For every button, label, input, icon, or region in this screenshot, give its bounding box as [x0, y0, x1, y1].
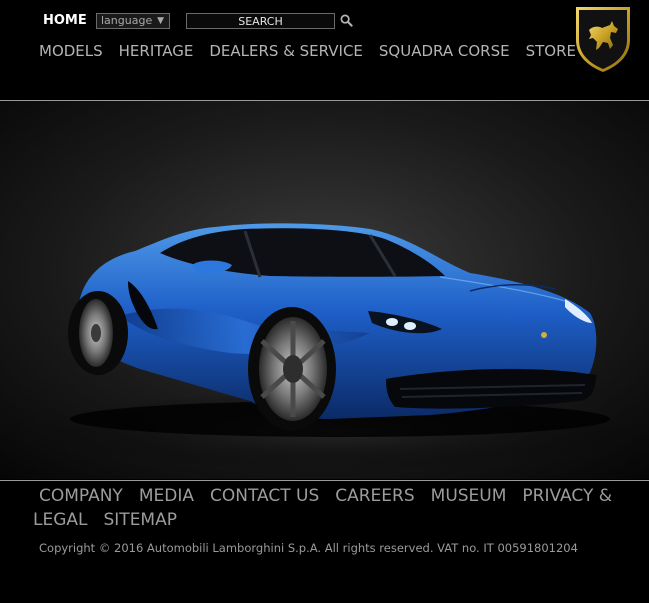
search-input[interactable] [186, 13, 335, 29]
hero-car-image [0, 101, 649, 479]
utility-bar: HOME language ▼ [0, 0, 649, 40]
footer-divider [0, 480, 649, 481]
lamborghini-logo[interactable] [572, 4, 634, 74]
nav-squadra-corse[interactable]: SQUADRA CORSE [379, 42, 510, 64]
main-nav: MODELS HERITAGE DEALERS & SERVICE SQUADR… [39, 42, 592, 64]
footer-link-contact-us[interactable]: CONTACT US [210, 484, 319, 508]
footer-link-museum[interactable]: MUSEUM [431, 484, 507, 508]
language-select[interactable]: language ▼ [96, 13, 170, 29]
search-icon[interactable] [340, 14, 353, 27]
nav-models[interactable]: MODELS [39, 42, 103, 64]
home-link[interactable]: HOME [43, 13, 87, 28]
footer-link-media[interactable]: MEDIA [139, 484, 194, 508]
nav-dealers-service[interactable]: DEALERS & SERVICE [209, 42, 363, 64]
footer-nav: COMPANY MEDIA CONTACT US CAREERS MUSEUM PRIVA… [33, 484, 633, 532]
nav-heritage[interactable]: HERITAGE [119, 42, 194, 64]
language-select-label: language [101, 14, 153, 27]
nav-store[interactable]: STORE [526, 42, 576, 64]
copyright-text: Copyright © 2016 Automobili Lamborghini … [39, 541, 578, 555]
footer-link-careers[interactable]: CAREERS [335, 484, 414, 508]
footer-link-company[interactable]: COMPANY [39, 484, 123, 508]
car-illustration [0, 101, 649, 479]
footer-link-sitemap[interactable]: SITEMAP [104, 508, 177, 532]
dropdown-caret-icon: ▼ [157, 16, 164, 26]
